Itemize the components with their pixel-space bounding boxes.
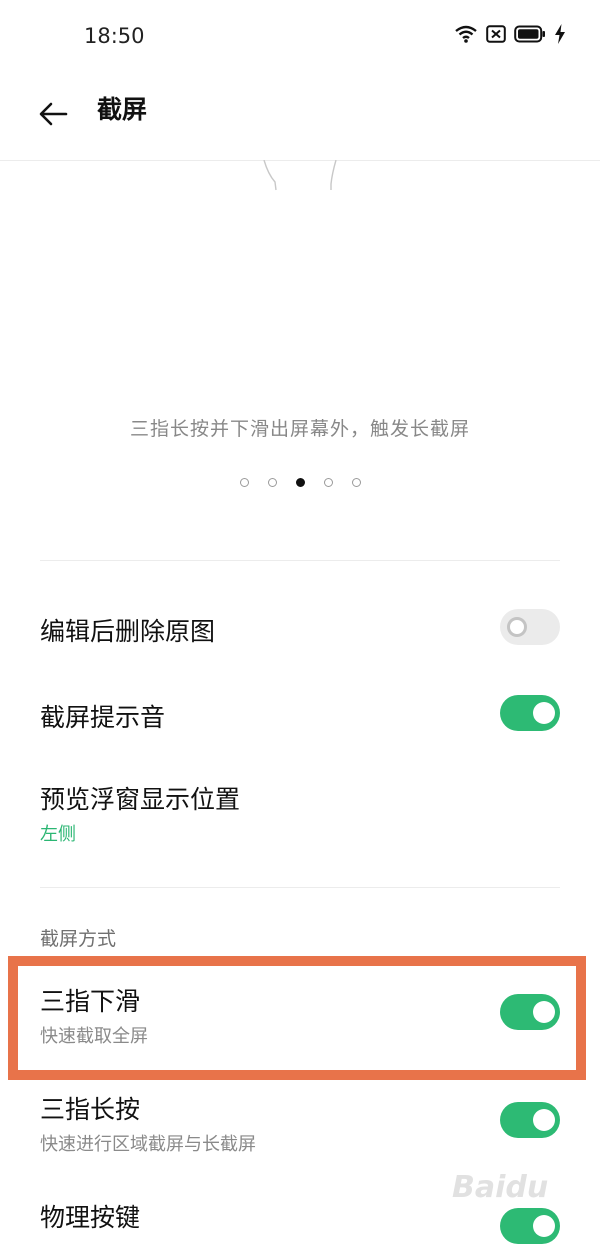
divider xyxy=(40,887,560,888)
watermark-logo: Baidu xyxy=(452,1170,549,1205)
three-finger-hold-toggle[interactable] xyxy=(500,1102,560,1138)
battery-icon xyxy=(514,25,546,43)
status-icons xyxy=(454,24,566,44)
page-dot[interactable] xyxy=(323,478,333,487)
physical-keys-toggle[interactable] xyxy=(500,1208,560,1244)
section-header-methods: 截屏方式 xyxy=(40,928,117,950)
status-bar: 18:50 xyxy=(0,0,600,76)
preview-position-value[interactable]: 左侧 xyxy=(40,820,76,846)
physical-keys-label: 物理按键 xyxy=(40,1203,141,1232)
toggle-knob xyxy=(533,1215,555,1237)
page-dot-active[interactable] xyxy=(295,478,305,487)
delete-original-label: 编辑后删除原图 xyxy=(40,617,216,646)
page-dot[interactable] xyxy=(267,478,277,487)
toggle-knob xyxy=(533,1109,555,1131)
arrow-left-icon xyxy=(39,102,68,126)
charging-bolt-icon xyxy=(554,24,566,44)
divider xyxy=(40,560,560,561)
page-indicator xyxy=(0,478,600,487)
page-dot[interactable] xyxy=(239,478,249,487)
hand-outline-illustration xyxy=(263,159,337,191)
sim-x-icon xyxy=(486,25,506,43)
three-finger-hold-description: 快速进行区域截屏与长截屏 xyxy=(40,1134,256,1155)
toggle-knob xyxy=(507,617,527,637)
status-time: 18:50 xyxy=(84,24,145,48)
delete-original-toggle[interactable] xyxy=(500,609,560,645)
page-dot[interactable] xyxy=(351,478,361,487)
wifi-icon xyxy=(454,25,478,43)
tutorial-illustration[interactable] xyxy=(0,159,600,520)
highlight-annotation-box xyxy=(8,956,586,1080)
shutter-sound-toggle[interactable] xyxy=(500,695,560,731)
toggle-knob xyxy=(533,702,555,724)
back-button[interactable] xyxy=(32,92,76,136)
three-finger-hold-label: 三指长按 xyxy=(40,1095,141,1124)
page-title: 截屏 xyxy=(97,95,148,124)
shutter-sound-label: 截屏提示音 xyxy=(40,703,166,732)
preview-position-label[interactable]: 预览浮窗显示位置 xyxy=(40,780,240,816)
tutorial-caption: 三指长按并下滑出屏幕外，触发长截屏 xyxy=(129,418,470,440)
app-bar: 截屏 xyxy=(0,76,600,161)
